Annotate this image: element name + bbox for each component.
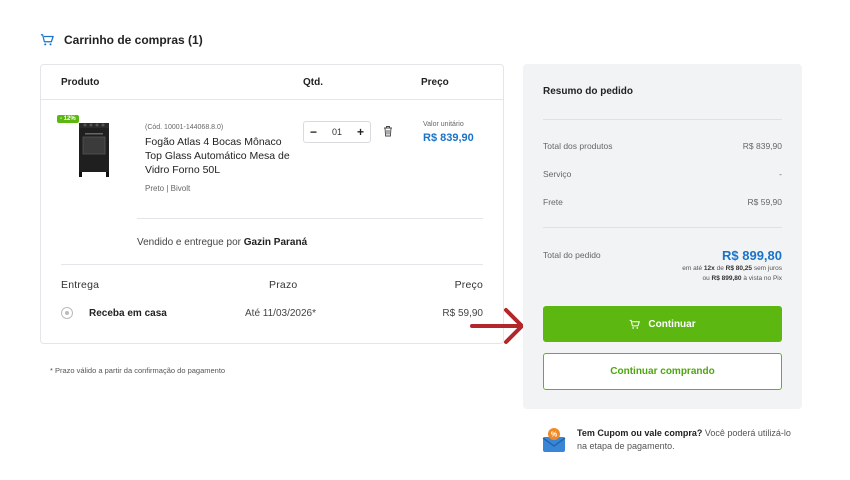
installments-value: R$ 80,25 <box>725 265 753 272</box>
col-header-deadline: Prazo <box>269 279 298 291</box>
summary-divider-2 <box>543 227 782 228</box>
summary-row-freight: Frete R$ 59,90 <box>543 197 782 207</box>
unit-price-label: Valor unitário <box>423 121 464 128</box>
continue-button-label: Continuar <box>648 318 696 330</box>
shipping-divider <box>61 264 483 265</box>
header-divider <box>41 99 503 100</box>
discount-badge: - 12% <box>57 115 79 123</box>
installments-mid: de <box>714 265 726 272</box>
col-header-price: Preço <box>421 77 449 88</box>
product-name[interactable]: Fogão Atlas 4 Bocas Mônaco Top Glass Aut… <box>145 135 301 177</box>
seller-divider <box>137 218 483 219</box>
seller-name: Gazin Paraná <box>243 237 308 248</box>
order-total-label: Total do pedido <box>543 250 601 260</box>
installments-suffix: sem juros <box>752 265 782 272</box>
freight-label: Frete <box>543 197 563 207</box>
product-variant: Preto | Bivolt <box>145 184 191 193</box>
shipping-option-radio[interactable] <box>61 307 73 319</box>
continue-button[interactable]: Continuar <box>543 306 782 342</box>
page-title-text: Carrinho de compras (1) <box>64 33 203 47</box>
pix-prefix: ou <box>702 275 712 282</box>
deadline-footnote: * Prazo válido a partir da confirmação d… <box>50 366 226 375</box>
installments-info: em até 12x de R$ 80,25 sem juros <box>682 265 782 272</box>
products-total-value: R$ 839,90 <box>742 141 782 151</box>
page-title: Carrinho de compras (1) <box>40 33 203 47</box>
seller-prefix: Vendido e entregue por <box>137 237 244 248</box>
svg-text:%: % <box>551 432 558 439</box>
qty-value[interactable]: 01 <box>332 127 342 137</box>
keep-shopping-label: Continuar comprando <box>610 366 715 377</box>
product-code: (Cód. 10001-144068.8.0) <box>145 124 224 131</box>
summary-divider <box>543 119 782 120</box>
keep-shopping-button[interactable]: Continuar comprando <box>543 353 782 390</box>
unit-price: R$ 839,90 <box>423 132 474 144</box>
products-total-label: Total dos produtos <box>543 141 613 151</box>
col-header-delivery: Entrega <box>61 279 100 291</box>
cart-panel: Produto Qtd. Preço - 12% (Cód. 10001-144… <box>40 64 504 344</box>
pix-info: ou R$ 899,80 à vista no Pix <box>702 275 782 282</box>
trash-icon[interactable] <box>383 125 393 137</box>
service-label: Serviço <box>543 169 572 179</box>
qty-increase-button[interactable]: + <box>357 125 364 139</box>
freight-value: R$ 59,90 <box>747 197 783 207</box>
product-image[interactable] <box>57 117 117 181</box>
shipping-option-date: Até 11/03/2026* <box>245 308 316 319</box>
coupon-hint-bold: Tem Cupom ou vale compra? <box>577 428 703 438</box>
cart-icon <box>40 34 54 46</box>
coupon-hint: Tem Cupom ou vale compra? Você poderá ut… <box>577 427 797 453</box>
col-header-qty: Qtd. <box>303 77 323 88</box>
cart-icon <box>630 319 641 329</box>
installments-count: 12x <box>703 265 715 272</box>
coupon-envelope-icon: % <box>542 428 566 452</box>
seller-info: Vendido e entregue por Gazin Paraná <box>137 237 307 248</box>
installments-prefix: em até <box>682 265 704 272</box>
order-summary-panel: Resumo do pedido Total dos produtos R$ 8… <box>523 64 802 409</box>
qty-decrease-button[interactable]: − <box>310 125 317 139</box>
col-header-product: Produto <box>61 77 100 88</box>
summary-row-products: Total dos produtos R$ 839,90 <box>543 141 782 151</box>
pix-value: R$ 899,80 <box>711 275 742 282</box>
col-header-shipping-price: Preço <box>454 279 483 291</box>
quantity-stepper: − 01 + <box>303 121 371 143</box>
service-value: - <box>779 169 782 179</box>
red-arrow-annotation <box>470 308 524 344</box>
summary-title: Resumo do pedido <box>543 86 633 97</box>
pix-suffix: à vista no Pix <box>741 275 782 282</box>
summary-row-service: Serviço - <box>543 169 782 179</box>
shipping-option-name[interactable]: Receba em casa <box>89 308 167 319</box>
order-total-value: R$ 899,80 <box>722 248 782 263</box>
